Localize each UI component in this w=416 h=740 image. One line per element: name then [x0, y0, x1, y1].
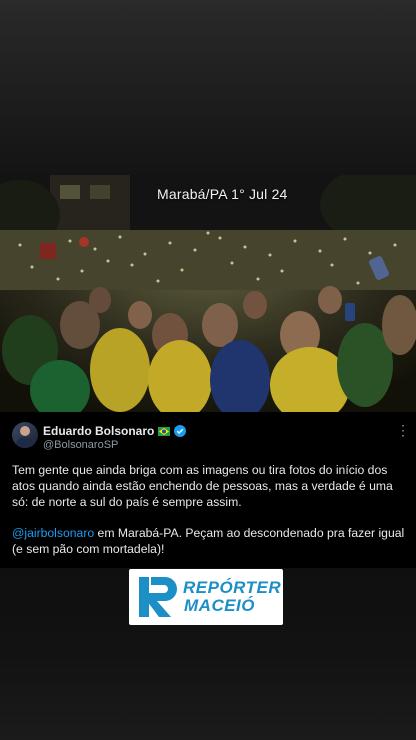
post-card[interactable]: Eduardo Bolsonaro @BolsonaroSP ⋮ Tem gen… [0, 412, 416, 568]
background-top [0, 0, 416, 175]
crowd-image [0, 175, 416, 412]
reporter-maceio-logo: REPÓRTER MACEIÓ [129, 569, 283, 625]
mention-link[interactable]: @jairbolsonaro [12, 526, 94, 540]
logo-word-1: REPÓRTER [183, 578, 282, 597]
video-caption: Marabá/PA 1° Jul 24 [157, 186, 288, 202]
post-paragraph-1: Tem gente que ainda briga com as imagens… [12, 463, 393, 509]
logo-mark-icon [139, 577, 177, 617]
brazil-flag-icon [158, 426, 171, 436]
display-name[interactable]: Eduardo Bolsonaro [43, 424, 154, 438]
post-body: Tem gente que ainda briga com as imagens… [12, 462, 407, 572]
author-name-row: Eduardo Bolsonaro [43, 424, 187, 438]
post-paragraph-2: @jairbolsonaro em Marabá-PA. Peçam ao de… [12, 525, 407, 557]
logo-word-2: MACEIÓ [184, 596, 255, 615]
verified-badge-icon [174, 425, 187, 437]
user-handle[interactable]: @BolsonaroSP [43, 439, 118, 451]
more-options-icon[interactable]: ⋮ [396, 422, 411, 439]
video-frame[interactable] [0, 175, 416, 412]
avatar[interactable] [12, 422, 38, 448]
